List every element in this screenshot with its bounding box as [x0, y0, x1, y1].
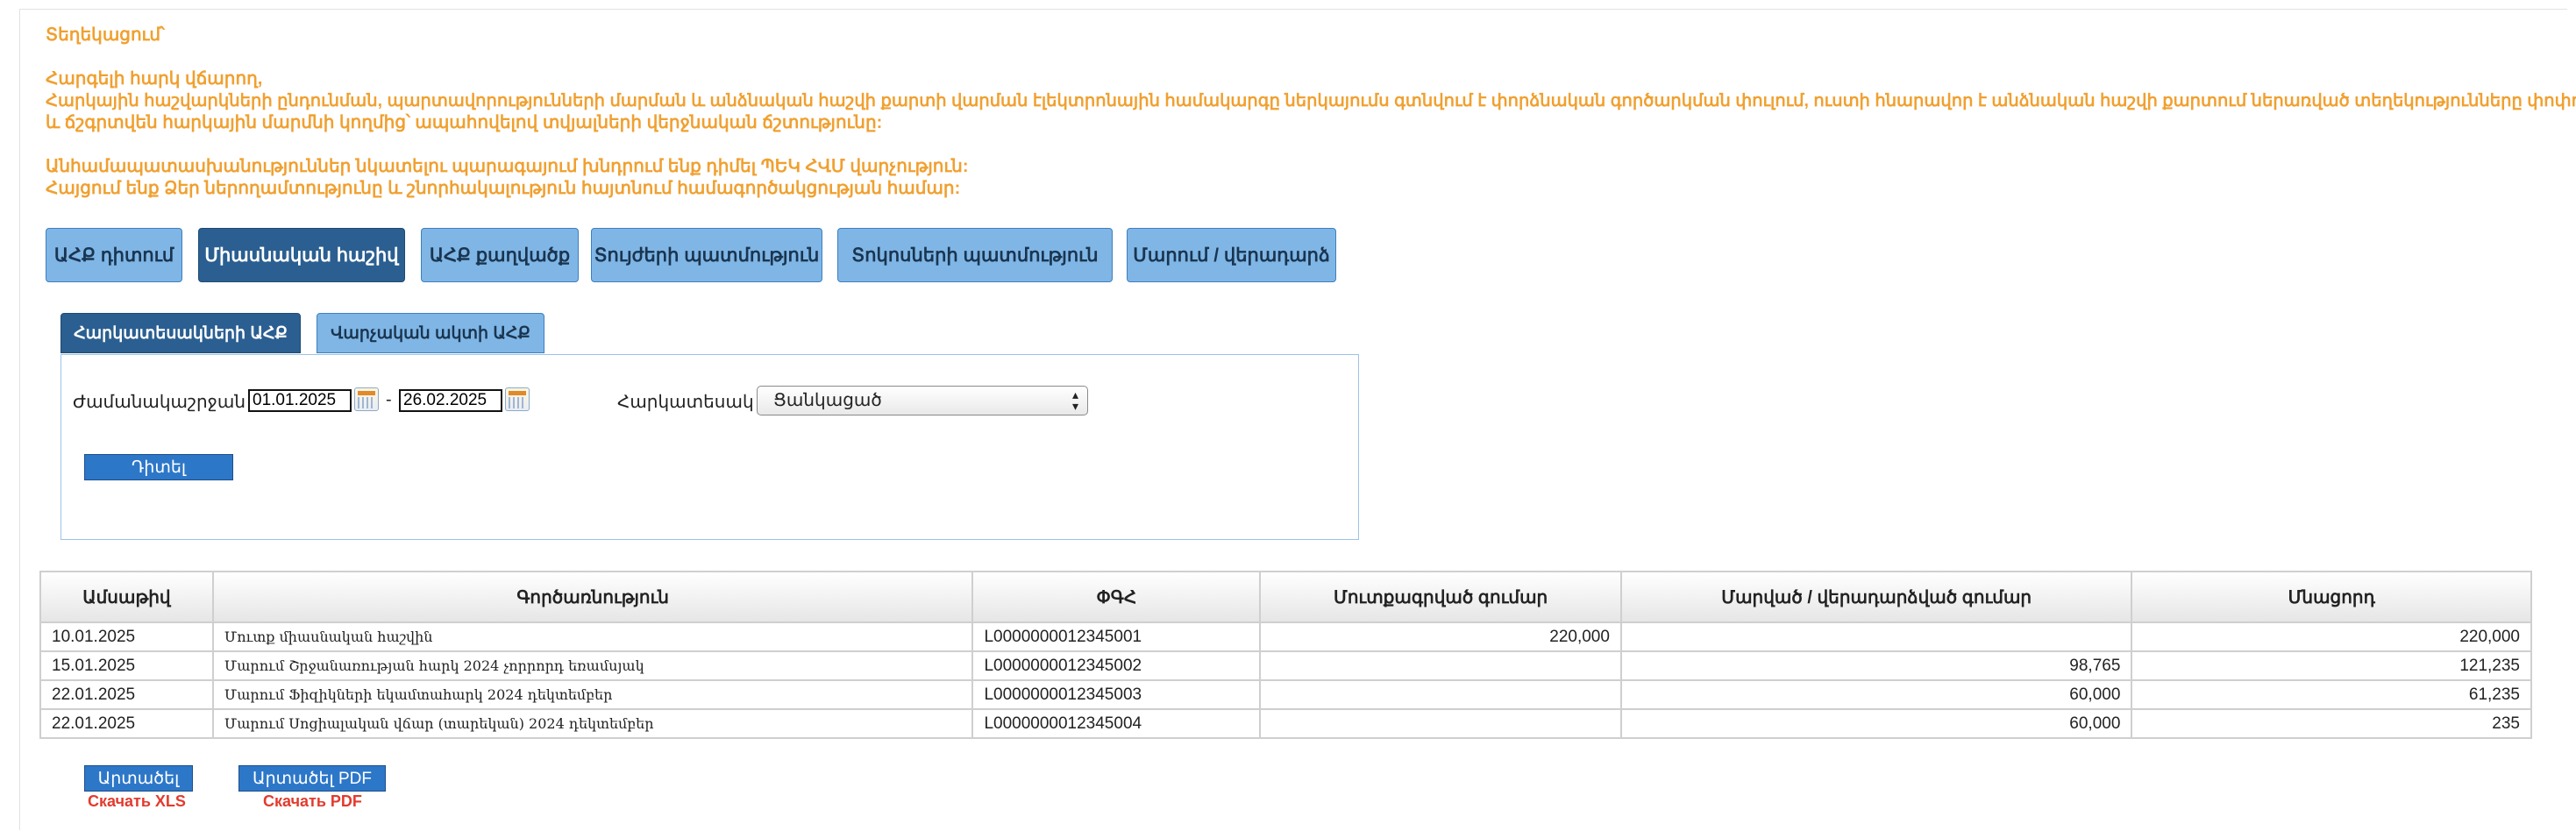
tax-type-selected-value: Ցանկացած [773, 391, 882, 410]
cell-date: 15.01.2025 [39, 650, 214, 681]
col-header-date[interactable]: Ամսաթիվ [39, 571, 214, 623]
tab-repayment-refund[interactable]: Մարում / վերադարձ [1127, 228, 1336, 282]
tab-interest-history[interactable]: Տոկոսների պատմություն [837, 228, 1113, 282]
table-row: 22.01.2025 Մարում Սոցիալական վճար (տարեկ… [39, 708, 2532, 739]
cell-credited [1259, 650, 1622, 681]
tab-ahq-view[interactable]: ԱՀՔ դիտում [46, 228, 182, 282]
col-header-credited-amount[interactable]: Մուտքագրված գումար [1259, 571, 1622, 623]
tab-ahq-statement[interactable]: ԱՀՔ քաղվածք [421, 228, 579, 282]
export-xls-link[interactable]: Скачать XLS [88, 792, 186, 811]
col-header-payment-code[interactable]: ՓԳՀ [971, 571, 1262, 623]
cell-payment-code: L0000000012345001 [971, 621, 1262, 652]
notice-greeting: Հարգելի հարկ վճարող, [46, 69, 263, 89]
col-header-balance[interactable]: Մնացորդ [2131, 571, 2532, 623]
cell-repaid [1619, 621, 2133, 652]
tab-unified-account[interactable]: Միասնական հաշիվ [198, 228, 405, 282]
date-to-input[interactable] [399, 389, 502, 412]
cell-date: 22.01.2025 [39, 708, 214, 739]
tax-type-select[interactable]: Ցանկացած ▴ ▾ [757, 386, 1088, 415]
cell-repaid: 98,765 [1619, 650, 2133, 681]
cell-balance: 220,000 [2131, 621, 2532, 652]
ledger-table: Ամսաթիվ Գործառնություն ՓԳՀ Մուտքագրված գ… [39, 571, 2532, 739]
cell-repaid: 60,000 [1619, 708, 2133, 739]
subtab-tax-type-ahq[interactable]: Հարկատեսակների ԱՀՔ [60, 313, 301, 353]
col-header-operation[interactable]: Գործառնություն [211, 571, 974, 623]
cell-payment-code: L0000000012345003 [971, 679, 1262, 710]
notice-contact-line: Անհամապատասխանություններ նկատելու պարագա… [46, 157, 969, 176]
cell-balance: 121,235 [2131, 650, 2532, 681]
notice-block: Տեղեկացում՝ Հարգելի հարկ վճարող, Հարկայի… [46, 25, 2576, 200]
table-header-row: Ամսաթիվ Գործառնություն ՓԳՀ Մուտքագրված գ… [39, 571, 2532, 623]
subtab-admin-act-ahq[interactable]: Վարչական ակտի ԱՀՔ [317, 313, 544, 353]
period-label: Ժամանակաշրջան [73, 393, 246, 412]
table-row: 22.01.2025 Մարում Ֆիզիկների եկամտահարկ 2… [39, 679, 2532, 710]
cell-payment-code: L0000000012345002 [971, 650, 1262, 681]
export-xls-button[interactable]: Արտածել [84, 765, 193, 792]
cell-credited: 220,000 [1259, 621, 1622, 652]
cell-repaid: 60,000 [1619, 679, 2133, 710]
tab-penalty-history[interactable]: Տույժերի պատմություն [591, 228, 822, 282]
calendar-icon[interactable] [505, 387, 530, 411]
cell-date: 22.01.2025 [39, 679, 214, 710]
table-row: 15.01.2025 Մարում Շրջանառության հարկ 202… [39, 650, 2532, 681]
cell-operation: Մուտք միասնական հաշվին [211, 621, 974, 652]
date-from-input[interactable] [248, 389, 352, 412]
select-arrow-icon: ▴ ▾ [1071, 387, 1078, 413]
cell-operation: Մարում Շրջանառության հարկ 2024 չորրորդ ե… [211, 650, 974, 681]
tax-type-label: Հարկատեսակ [617, 393, 754, 412]
notice-contact-line: Հայցում ենք Ձեր ներողամտությունը և շնորհ… [46, 179, 961, 198]
notice-title: Տեղեկացում՝ [46, 25, 165, 45]
view-button[interactable]: Դիտել [84, 454, 233, 480]
col-header-repaid-amount[interactable]: Մարված / վերադարձված գումար [1619, 571, 2133, 623]
cell-operation: Մարում Ֆիզիկների եկամտահարկ 2024 դեկտեմբ… [211, 679, 974, 710]
notice-body-line: և ճշգրտվեն հարկային մարմնի կողմից՝ ապահո… [46, 113, 883, 132]
export-pdf-link[interactable]: Скачать PDF [263, 792, 362, 811]
notice-body-line: Հարկային հաշվարկների ընդունման, պարտավոր… [46, 91, 2576, 110]
cell-balance: 235 [2131, 708, 2532, 739]
export-pdf-button[interactable]: Արտածել PDF [238, 765, 386, 792]
filter-panel [60, 354, 1359, 540]
date-separator: - [386, 390, 392, 409]
cell-credited [1259, 679, 1622, 710]
table-row: 10.01.2025 Մուտք միասնական հաշվին L00000… [39, 621, 2532, 652]
cell-payment-code: L0000000012345004 [971, 708, 1262, 739]
calendar-icon[interactable] [354, 387, 379, 411]
cell-credited [1259, 708, 1622, 739]
cell-date: 10.01.2025 [39, 621, 214, 652]
cell-balance: 61,235 [2131, 679, 2532, 710]
cell-operation: Մարում Սոցիալական վճար (տարեկան) 2024 դե… [211, 708, 974, 739]
